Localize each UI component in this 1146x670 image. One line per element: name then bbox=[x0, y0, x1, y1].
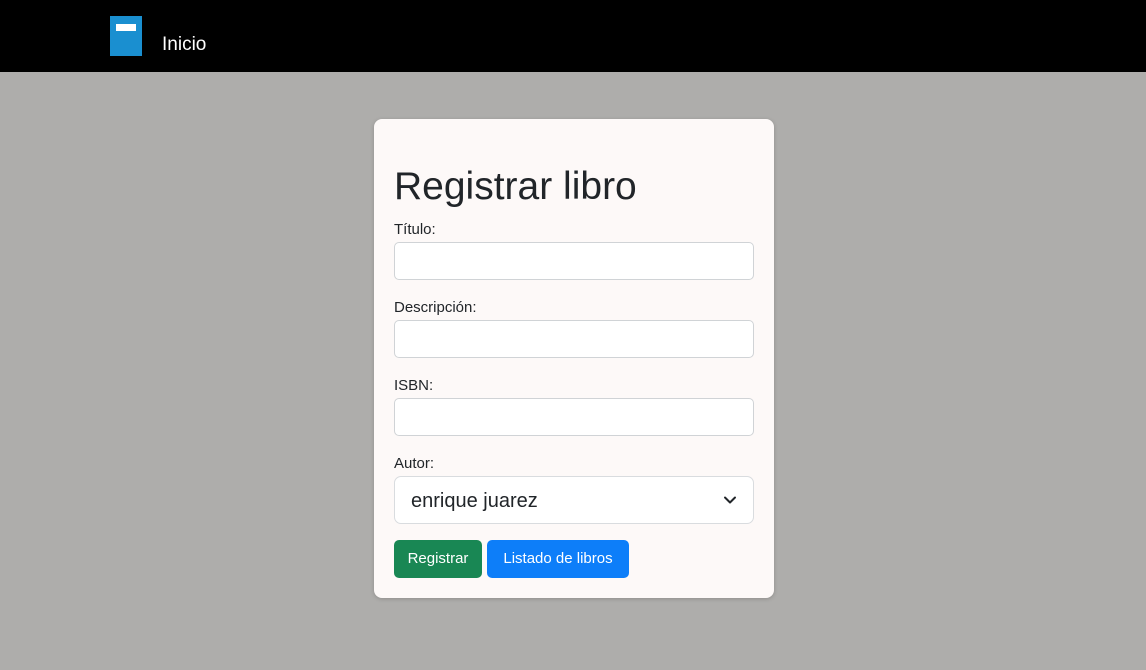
author-select[interactable]: enrique juarez bbox=[394, 476, 754, 524]
description-input[interactable] bbox=[394, 320, 754, 358]
register-book-card: Registrar libro Título: Descripción: ISB… bbox=[374, 119, 774, 598]
isbn-field-label: ISBN: bbox=[394, 377, 434, 394]
nav-link-inicio[interactable]: Inicio bbox=[162, 34, 206, 56]
book-icon-label-bar bbox=[116, 24, 136, 31]
title-input[interactable] bbox=[394, 242, 754, 280]
title-field-label: Título: bbox=[394, 221, 436, 238]
chevron-down-icon bbox=[724, 496, 736, 504]
author-field-label: Autor: bbox=[394, 455, 435, 472]
description-field-label: Descripción: bbox=[394, 299, 477, 316]
book-icon[interactable] bbox=[110, 16, 142, 56]
page-title: Registrar libro bbox=[394, 165, 637, 208]
author-select-value: enrique juarez bbox=[411, 490, 538, 512]
top-navbar: Inicio bbox=[0, 0, 1146, 72]
book-list-button[interactable]: Listado de libros bbox=[487, 540, 629, 578]
isbn-input[interactable] bbox=[394, 398, 754, 436]
register-button[interactable]: Registrar bbox=[394, 540, 482, 578]
